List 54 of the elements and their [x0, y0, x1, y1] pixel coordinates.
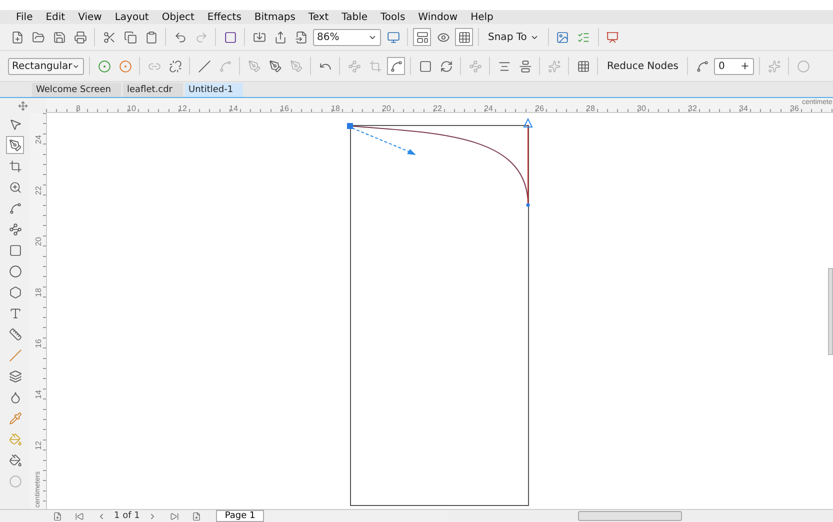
zoom-level-dropdown[interactable]: 86% [313, 28, 381, 46]
ruler-label: 28 [586, 104, 595, 113]
control-handle-arrow[interactable] [352, 128, 416, 155]
ruler-label: 14 [229, 104, 238, 113]
menu-item[interactable]: Edit [46, 12, 66, 22]
ruler-label: 24 [34, 135, 42, 144]
vertical-scrollbar[interactable] [828, 268, 833, 355]
document-tab[interactable]: leaflet.cdr [122, 83, 182, 97]
menu-item[interactable]: Window [418, 12, 458, 22]
selected-node[interactable] [347, 123, 353, 129]
menu-item[interactable]: File [16, 12, 33, 22]
ruler-label: 18 [331, 104, 340, 113]
menu-item[interactable]: Effects [207, 12, 242, 22]
ruler-label: 26 [535, 104, 544, 113]
page-tab[interactable]: Page 1 [216, 510, 264, 522]
ruler-label: 10 [127, 104, 136, 113]
menu-item[interactable]: Object [162, 12, 194, 22]
ruler-label: 24 [484, 104, 493, 113]
ruler-label: 8 [76, 104, 80, 113]
menu-item[interactable]: Table [342, 12, 368, 22]
snap-to-dropdown[interactable]: Snap To [484, 32, 543, 42]
ruler-label: 18 [34, 288, 42, 297]
ruler-label: 20 [382, 104, 391, 113]
plus-icon[interactable] [740, 61, 750, 71]
close-curve-icon[interactable] [387, 57, 405, 75]
ruler-label: 12 [34, 441, 42, 450]
node[interactable] [526, 203, 530, 207]
menu-item[interactable]: Bitmaps [254, 12, 296, 22]
smoothness-field[interactable]: 0 [714, 58, 754, 74]
ruler-label: 14 [34, 390, 42, 399]
ruler-label: 30 [637, 104, 646, 113]
node-marker-icon[interactable] [523, 118, 533, 128]
reduce-nodes-button[interactable]: Reduce Nodes [603, 60, 682, 72]
page-counter: 1 of 1 [114, 511, 140, 521]
ruler-label: 16 [280, 104, 289, 113]
scrollbar-thumb[interactable] [578, 511, 682, 521]
ruler-label: 34 [739, 104, 748, 113]
menu-item[interactable]: Text [308, 12, 329, 22]
ruler-label: 36 [790, 104, 799, 113]
menu-item[interactable]: View [78, 12, 102, 22]
ruler-label: 22 [34, 186, 42, 195]
ruler-label: 20 [34, 237, 42, 246]
shape-tool-icon[interactable] [6, 136, 24, 154]
document-tab[interactable]: Welcome Screen [32, 83, 121, 97]
ruler-label: 32 [688, 104, 697, 113]
ruler-label: 22 [433, 104, 442, 113]
selection-mode-dropdown[interactable]: Rectangular [8, 58, 84, 74]
menu-item[interactable]: Layout [114, 12, 149, 22]
menu-item[interactable]: Tools [380, 12, 406, 22]
ruler-origin-icon[interactable] [18, 100, 28, 110]
document-tab[interactable]: Untitled-1 [184, 83, 244, 97]
ruler-label: 12 [178, 104, 187, 113]
menu-item[interactable]: Help [470, 12, 494, 22]
ruler-label: 16 [34, 339, 42, 348]
